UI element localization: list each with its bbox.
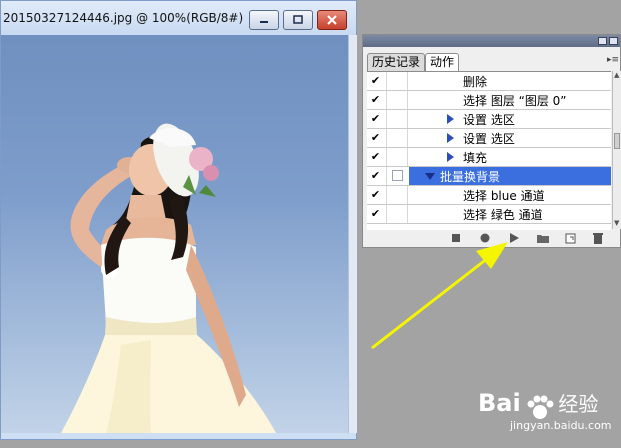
document-title: 20150327124446.jpg @ 100%(RGB/8#) bbox=[3, 11, 244, 25]
panel-menu-icon[interactable]: ▸≡ bbox=[607, 55, 619, 65]
action-row[interactable]: ✔ 选择 图层 “图层 0” bbox=[367, 91, 611, 110]
expand-triangle-icon[interactable] bbox=[447, 152, 454, 162]
checkmark-icon[interactable]: ✔ bbox=[370, 132, 381, 143]
checkmark-icon[interactable]: ✔ bbox=[370, 151, 381, 162]
action-row[interactable]: ✔ 设置 选区 bbox=[367, 129, 611, 148]
scroll-up-icon[interactable]: ▲ bbox=[614, 72, 621, 79]
action-set-label: 批量换背景 bbox=[440, 170, 501, 184]
action-label: 设置 选区 bbox=[463, 132, 515, 146]
tab-actions[interactable]: 动作 bbox=[425, 53, 460, 71]
dialog-toggle-box[interactable] bbox=[392, 170, 403, 181]
action-label: 删除 bbox=[463, 75, 488, 89]
expand-triangle-icon[interactable] bbox=[447, 133, 454, 143]
action-label: 设置 选区 bbox=[463, 113, 515, 127]
actions-scrollbar[interactable]: ▲ ▼ bbox=[612, 71, 621, 229]
tab-history[interactable]: 历史记录 bbox=[367, 53, 426, 71]
checkmark-icon[interactable]: ✔ bbox=[370, 208, 381, 219]
stop-icon[interactable] bbox=[449, 231, 463, 245]
new-action-icon[interactable] bbox=[564, 231, 578, 245]
action-label: 选择 绿色 通道 bbox=[463, 208, 543, 222]
delete-icon[interactable] bbox=[591, 231, 605, 245]
actions-toolbar bbox=[367, 231, 617, 245]
action-label: 选择 blue 通道 bbox=[463, 189, 545, 203]
record-icon[interactable] bbox=[478, 231, 492, 245]
baidu-jingyan-watermark: Bai 经验 bbox=[478, 388, 598, 421]
action-row[interactable]: ✔ 选择 绿色 通道 bbox=[367, 205, 611, 224]
action-row[interactable]: ✔ 选择 blue 通道 bbox=[367, 186, 611, 205]
scroll-down-icon[interactable]: ▼ bbox=[614, 220, 621, 227]
play-icon[interactable] bbox=[507, 231, 521, 245]
checkmark-icon[interactable]: ✔ bbox=[370, 189, 381, 200]
minimize-icon bbox=[260, 21, 268, 23]
panel-close-button[interactable] bbox=[609, 37, 618, 45]
watermark-logo-text-2: 经验 bbox=[558, 392, 599, 416]
panel-minimize-button[interactable] bbox=[598, 37, 607, 45]
panel-header-bar[interactable] bbox=[363, 35, 620, 47]
panel-tabs: 历史记录 动作 bbox=[367, 53, 460, 71]
actions-panel: 历史记录 动作 ▸≡ ✔ 删除 ✔ 选择 图层 “图层 0” ✔ 设置 选区 ✔… bbox=[362, 34, 621, 248]
minimize-button[interactable] bbox=[249, 10, 279, 30]
action-label: 填充 bbox=[463, 151, 488, 165]
woman-in-white-dress-photo bbox=[61, 123, 276, 433]
close-button[interactable] bbox=[317, 10, 347, 30]
maximize-button[interactable] bbox=[283, 10, 313, 30]
action-row[interactable]: ✔ 删除 bbox=[367, 72, 611, 91]
checkmark-icon[interactable]: ✔ bbox=[370, 113, 381, 124]
maximize-icon bbox=[293, 15, 303, 24]
action-row[interactable]: ✔ 填充 bbox=[367, 148, 611, 167]
document-vertical-scrollbar[interactable] bbox=[348, 35, 357, 433]
checkmark-icon[interactable]: ✔ bbox=[370, 75, 381, 86]
action-label: 选择 图层 “图层 0” bbox=[463, 94, 567, 108]
action-set-row-selected[interactable]: ✔ 批量换背景 bbox=[367, 167, 611, 186]
collapse-triangle-icon[interactable] bbox=[425, 173, 435, 180]
paw-icon bbox=[527, 395, 554, 419]
close-icon bbox=[327, 15, 337, 25]
scroll-thumb[interactable] bbox=[614, 133, 620, 149]
checkmark-icon[interactable]: ✔ bbox=[370, 94, 381, 105]
photo-canvas[interactable] bbox=[1, 35, 348, 433]
document-titlebar[interactable]: 20150327124446.jpg @ 100%(RGB/8#) bbox=[1, 1, 356, 35]
action-row[interactable]: ✔ 设置 选区 bbox=[367, 110, 611, 129]
expand-triangle-icon[interactable] bbox=[447, 114, 454, 124]
image-document-window: 20150327124446.jpg @ 100%(RGB/8#) bbox=[0, 0, 357, 440]
watermark-url: jingyan.baidu.com bbox=[510, 419, 612, 432]
watermark-logo-text: Bai bbox=[478, 389, 521, 417]
actions-list: ✔ 删除 ✔ 选择 图层 “图层 0” ✔ 设置 选区 ✔ 设置 选区 ✔ 填充… bbox=[367, 71, 611, 230]
new-set-icon[interactable] bbox=[536, 231, 550, 245]
checkmark-icon[interactable]: ✔ bbox=[370, 170, 381, 181]
